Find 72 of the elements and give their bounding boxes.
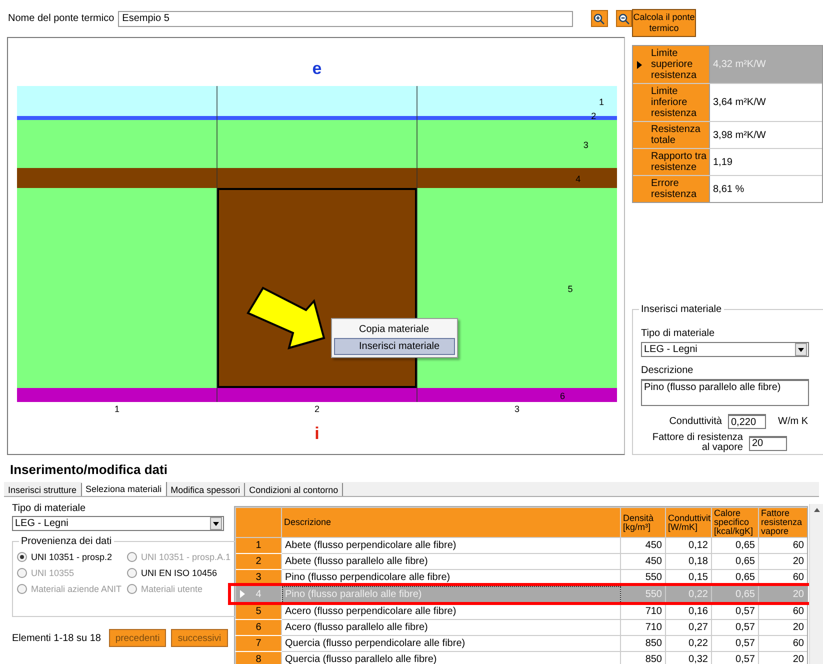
table-cell: 0,18 (666, 554, 712, 570)
table-cell: 0,12 (666, 538, 712, 554)
result-label: Limite superiore resistenza (633, 46, 710, 84)
field-label: Conduttività (669, 416, 722, 428)
row-pointer-icon (637, 60, 642, 69)
zoom-out-button[interactable] (616, 10, 632, 27)
table-cell: 0,57 (712, 620, 758, 636)
row-number[interactable]: 7 (236, 636, 282, 652)
tab[interactable]: Seleziona materiali (82, 482, 167, 496)
table-cell: Quercia (flusso perpendicolare alle fibre) (282, 636, 620, 652)
item-count: Elementi 1-18 su 18 (12, 632, 102, 644)
table-cell: 450 (620, 538, 666, 554)
column-number: 3 (514, 404, 520, 414)
column-number: 2 (314, 404, 320, 414)
column-header: Conduttivit [W/mK] (666, 508, 712, 538)
column-header: Densità [kg/m³] (620, 508, 666, 538)
radio-option[interactable]: UNI 10351 - prosp.2 (17, 552, 127, 562)
result-label: Limite inferiore resistenza (633, 84, 710, 122)
vapour-factor-field[interactable]: 20 (749, 436, 787, 451)
section-title: Inserimento/modifica dati (10, 462, 168, 479)
table-cell: 450 (620, 554, 666, 570)
field-label: Tipo di materiale (641, 328, 716, 340)
result-label: Errore resistenza (633, 176, 710, 202)
menu-item[interactable]: Inserisci materiale (334, 338, 455, 355)
table-cell: 710 (620, 604, 666, 620)
layer-number: 3 (583, 140, 588, 150)
table-cell: 850 (620, 636, 666, 652)
column-header: Fattore resistenza vapore (758, 508, 807, 538)
row-number[interactable]: 2 (236, 554, 282, 570)
column-number: 1 (114, 404, 120, 414)
table-cell: 0,65 (712, 554, 758, 570)
menu-item[interactable]: Copia materiale (334, 321, 455, 338)
row-number[interactable]: 8 (236, 652, 282, 664)
table-cell: 0,65 (712, 538, 758, 554)
bridge-name-field[interactable]: Esempio 5 (118, 10, 574, 26)
table-cell: 0,22 (666, 636, 712, 652)
table-cell: Acero (flusso parallelo alle fibre) (282, 620, 620, 636)
column-header: Descrizione (282, 508, 620, 538)
table-cell: 0,57 (712, 604, 758, 620)
group-title: Inserisci materiale (639, 304, 724, 316)
result-label: Resistenza totale (633, 122, 710, 148)
scrollbar[interactable] (809, 504, 823, 664)
table-cell: Abete (flusso parallelo alle fibre) (282, 554, 620, 570)
row-number[interactable]: 1 (236, 538, 282, 554)
layer-number: 6 (560, 391, 565, 401)
row-number[interactable]: 6 (236, 620, 282, 636)
group-title: Provenienza dei dati (19, 536, 114, 547)
table-cell: 710 (620, 620, 666, 636)
table-cell: 0,16 (666, 604, 712, 620)
material-type-dropdown[interactable]: LEG - Legni (12, 516, 224, 531)
field-label: Fattore di resistenza al vapore (651, 433, 743, 454)
table-cell: Abete (flusso perpendicolare alle fibre) (282, 538, 620, 554)
table-cell: 0,27 (666, 620, 712, 636)
material-type-dropdown[interactable]: LEG - Legni (641, 342, 809, 358)
layer-number: 5 (568, 284, 573, 294)
interior-label: i (314, 424, 320, 443)
column-header: Calore specifico [kcal/kgK] (712, 508, 758, 538)
result-label: Rapporto tra resistenze (633, 149, 710, 176)
field-label: Tipo di materiale (12, 503, 87, 514)
radio-option[interactable]: UNI EN ISO 10456 (127, 568, 235, 578)
layer-number: 4 (576, 174, 581, 184)
layer-number: 1 (598, 97, 604, 107)
zoom-in-button[interactable] (591, 10, 608, 27)
exterior-label: e (312, 59, 322, 78)
unit-label: W/m K (778, 416, 809, 428)
calculate-button[interactable]: Calcola il ponte termico (632, 9, 696, 38)
table-cell: Acero (flusso perpendicolare alle fibre) (282, 604, 620, 620)
description-field[interactable]: Pino (flusso parallelo alle fibre) (641, 379, 809, 406)
conductivity-field[interactable]: 0,220 (728, 414, 766, 430)
bridge-name-label: Nome del ponte termico (8, 13, 114, 24)
field-label: Descrizione (641, 365, 694, 376)
table-cell: 0,57 (712, 636, 758, 652)
